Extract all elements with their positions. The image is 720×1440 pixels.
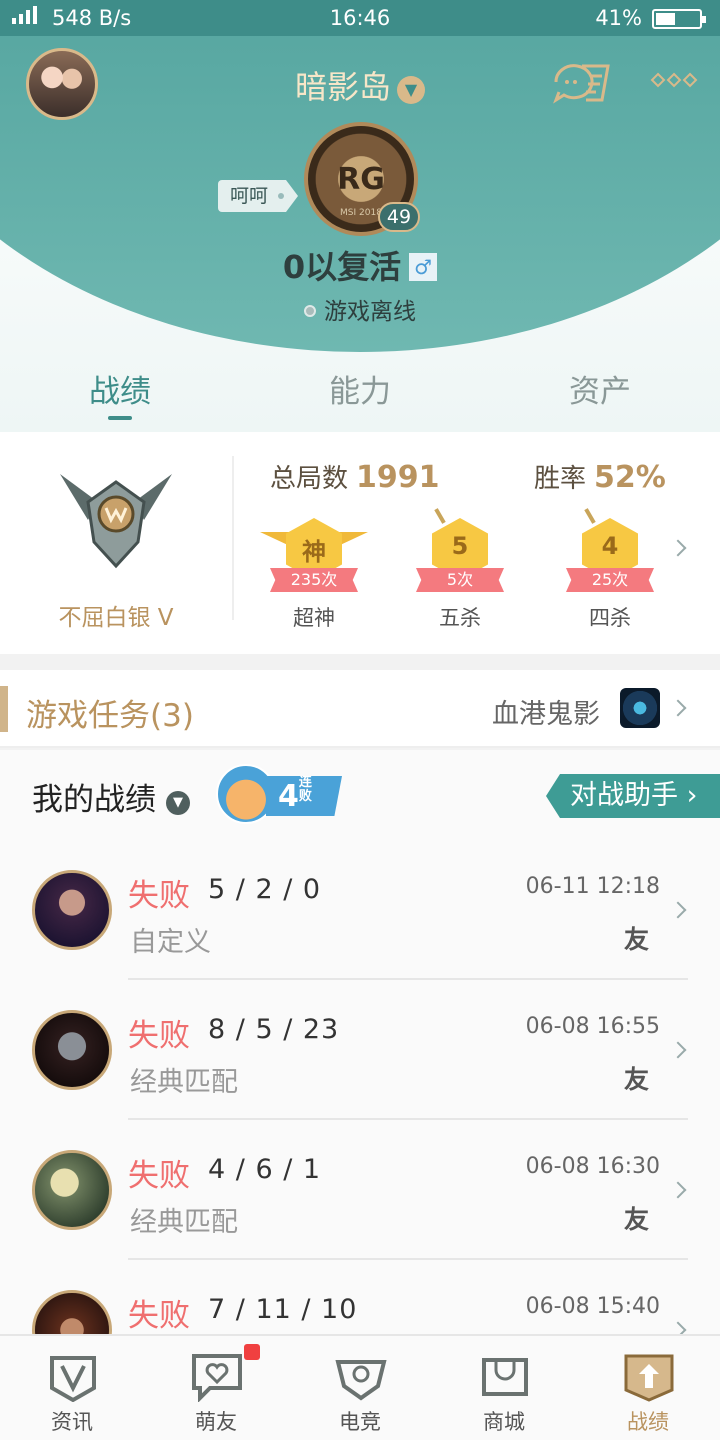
profile-tabs: 战绩 能力 资产 bbox=[0, 366, 720, 432]
chat-icon[interactable] bbox=[552, 60, 610, 104]
gender-icon: ♂ bbox=[409, 253, 438, 281]
news-icon bbox=[50, 1356, 96, 1402]
server-selector[interactable]: 暗影岛 ▼ bbox=[0, 62, 720, 108]
match-date: 06-11 12:18 bbox=[525, 874, 660, 899]
friend-badge: 友 bbox=[624, 925, 650, 954]
profile-header: 暗影岛 ▼ 呵呵 RG MSI 2018 49 0以复活 ♂ 游戏离线 战绩 能… bbox=[0, 36, 720, 432]
match-result: 失败 bbox=[128, 878, 190, 914]
chevron-right-icon bbox=[669, 901, 687, 919]
match-kda: 5 / 2 / 0 bbox=[208, 874, 322, 905]
level-badge: 49 bbox=[378, 202, 420, 232]
profile-tag[interactable]: 呵呵 bbox=[218, 180, 299, 212]
nickname: 0以复活 ♂ bbox=[0, 242, 720, 288]
match-mode: 经典匹配 bbox=[130, 1207, 238, 1238]
match-mode: 经典匹配 bbox=[130, 1067, 238, 1098]
medal-quadrakill: 4 25次 四杀 bbox=[552, 508, 662, 630]
sword-icon bbox=[584, 508, 596, 524]
chevron-right-icon bbox=[669, 699, 687, 717]
friend-badge: 友 bbox=[624, 1205, 650, 1234]
stats-panel[interactable]: 不屈白银 V 总局数 1991 胜率 52% 神 235次 超神 5 5次 五杀 4… bbox=[0, 432, 720, 654]
tab-assets[interactable]: 资产 bbox=[480, 366, 720, 411]
nav-news[interactable]: 资讯 bbox=[0, 1336, 144, 1440]
task-name: 血港鬼影 bbox=[492, 699, 600, 730]
chevron-down-icon: ▼ bbox=[397, 76, 425, 104]
online-status: 游戏离线 bbox=[0, 292, 720, 326]
match-row[interactable]: 失败 5 / 2 / 0 自定义 06-11 12:18 友 bbox=[0, 840, 720, 980]
chevron-down-icon: ▼ bbox=[166, 791, 190, 815]
status-bar: 548 B/s 16:46 41% bbox=[0, 0, 720, 36]
nav-shop[interactable]: 商城 bbox=[432, 1336, 576, 1440]
notification-badge bbox=[244, 1344, 260, 1360]
chevron-right-icon bbox=[669, 539, 687, 557]
game-task-row[interactable]: 游戏任务(3) 血港鬼影 bbox=[0, 670, 720, 748]
match-row[interactable]: 失败 4 / 6 / 1 经典匹配 06-08 16:30 友 bbox=[0, 1120, 720, 1260]
hero-avatar bbox=[32, 1010, 112, 1090]
streak-badge: 4连败 bbox=[216, 762, 342, 826]
match-kda: 4 / 6 / 1 bbox=[208, 1154, 322, 1185]
esports-icon bbox=[335, 1360, 387, 1401]
server-name: 暗影岛 bbox=[294, 68, 391, 106]
match-date: 06-08 15:40 bbox=[525, 1294, 660, 1319]
chevron-right-icon bbox=[669, 1321, 687, 1334]
total-games: 总局数 1991 bbox=[270, 460, 440, 495]
sword-icon bbox=[434, 508, 446, 524]
bottom-nav: 资讯 萌友 电竞 商城 战绩 bbox=[0, 1334, 720, 1440]
match-mode: 自定义 bbox=[130, 927, 211, 958]
record-icon bbox=[624, 1354, 674, 1402]
hero-avatar bbox=[32, 1150, 112, 1230]
nav-record[interactable]: 战绩 bbox=[576, 1336, 720, 1440]
match-result: 失败 bbox=[128, 1158, 190, 1194]
medal-pentakill: 5 5次 五杀 bbox=[402, 508, 512, 630]
battle-assistant-button[interactable]: 对战助手 › bbox=[546, 774, 720, 818]
history-filter[interactable]: 我的战绩 ▼ bbox=[32, 774, 190, 819]
chevron-right-icon bbox=[669, 1041, 687, 1059]
battery-icon bbox=[652, 9, 706, 29]
win-rate: 胜率 52% bbox=[534, 460, 666, 495]
match-result: 失败 bbox=[128, 1018, 190, 1054]
hero-avatar bbox=[32, 1290, 112, 1334]
shop-icon bbox=[482, 1358, 528, 1396]
task-title: 游戏任务(3) bbox=[26, 698, 194, 734]
rank-tier: 不屈白银 V bbox=[58, 605, 174, 631]
match-result: 失败 bbox=[128, 1298, 190, 1334]
tab-ability[interactable]: 能力 bbox=[240, 366, 480, 411]
chevron-right-icon bbox=[669, 1181, 687, 1199]
nav-esports[interactable]: 电竞 bbox=[288, 1336, 432, 1440]
match-row[interactable]: 失败 7 / 11 / 10 06-08 15:40 bbox=[0, 1260, 720, 1334]
tab-record[interactable]: 战绩 bbox=[0, 366, 240, 420]
battery-percent: 41% bbox=[595, 6, 642, 30]
match-date: 06-08 16:55 bbox=[525, 1014, 660, 1039]
silver-rank-emblem-icon bbox=[60, 474, 172, 569]
app-screen: 548 B/s 16:46 41% 暗影岛 ▼ 呵呵 RG MSI 2018 49… bbox=[0, 0, 720, 1440]
match-kda: 7 / 11 / 10 bbox=[208, 1294, 358, 1325]
match-history: 我的战绩 ▼ 4连败 对战助手 › 失败 5 / 2 / 0 自定义 06-11 … bbox=[0, 750, 720, 1334]
match-row[interactable]: 失败 8 / 5 / 23 经典匹配 06-08 16:55 友 bbox=[0, 980, 720, 1120]
more-icon[interactable] bbox=[650, 70, 698, 90]
status-dot-icon bbox=[304, 305, 316, 317]
friends-icon bbox=[192, 1354, 242, 1402]
nav-friends[interactable]: 萌友 bbox=[144, 1336, 288, 1440]
match-kda: 8 / 5 / 23 bbox=[208, 1014, 340, 1045]
friend-badge: 友 bbox=[624, 1065, 650, 1094]
medal-legendary: 神 235次 超神 bbox=[256, 508, 368, 630]
task-thumbnail bbox=[620, 688, 660, 728]
match-date: 06-08 16:30 bbox=[525, 1154, 660, 1179]
hero-avatar bbox=[32, 870, 112, 950]
